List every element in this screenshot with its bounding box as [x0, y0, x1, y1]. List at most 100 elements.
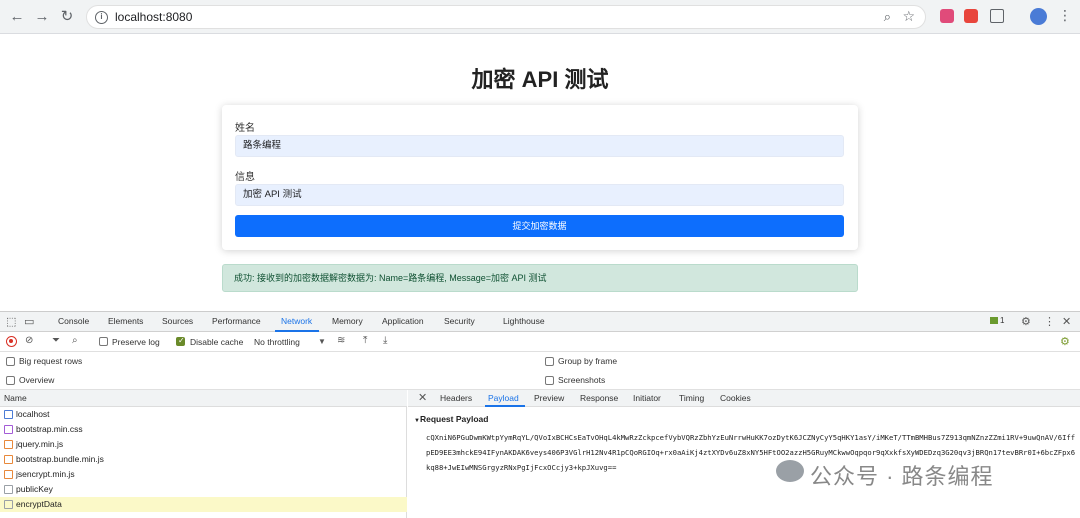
tab-cookies[interactable]: Cookies: [720, 393, 751, 403]
group-by-frame-option[interactable]: Group by frame: [545, 356, 618, 366]
export-har-icon[interactable]: ⤓: [383, 335, 387, 346]
active-detail-tab-indicator: [485, 405, 525, 407]
request-type-icon: [4, 470, 13, 479]
search-icon[interactable]: ⌕: [72, 335, 78, 346]
request-row[interactable]: localhost: [0, 407, 407, 422]
messages-badge[interactable]: 1: [990, 316, 1004, 325]
reload-icon[interactable]: ↻: [58, 8, 76, 26]
preserve-log-label[interactable]: Preserve log: [112, 337, 160, 347]
disable-cache-checkbox[interactable]: [176, 336, 185, 346]
chevron-down-icon[interactable]: ▼: [318, 337, 326, 346]
tab-application[interactable]: Application: [382, 316, 424, 326]
browser-menu-icon[interactable]: ⋮: [1058, 7, 1072, 24]
request-name: publicKey: [16, 484, 53, 494]
inspect-element-icon[interactable]: ⬚: [6, 315, 16, 328]
request-row[interactable]: publicKey: [0, 482, 407, 497]
request-name: encryptData: [16, 499, 62, 509]
tab-network[interactable]: Network: [281, 316, 312, 326]
tab-memory[interactable]: Memory: [332, 316, 363, 326]
request-name: jquery.min.js: [16, 439, 64, 449]
site-info-icon[interactable]: i: [95, 11, 108, 24]
request-row[interactable]: jquery.min.js: [0, 437, 407, 452]
message-label: 信息: [235, 172, 255, 183]
overview-checkbox[interactable]: [6, 376, 15, 385]
network-toolbar: ⊘ ⏷ ⌕ Preserve log Disable cache No thro…: [0, 332, 1080, 352]
zoom-icon[interactable]: ⌕: [884, 9, 891, 25]
tab-elements[interactable]: Elements: [108, 316, 143, 326]
url-text[interactable]: localhost:8080: [115, 10, 192, 24]
devtools-tab-bar: ⬚ ▭ Console Elements Sources Performance…: [0, 312, 1080, 332]
page-title: 加密 API 测试: [471, 67, 609, 92]
wechat-logo-icon: [776, 460, 804, 482]
network-options: Big request rows Overview Group by frame…: [0, 352, 1080, 390]
message-icon: [990, 317, 998, 325]
tab-sources[interactable]: Sources: [162, 316, 193, 326]
record-icon[interactable]: [6, 336, 17, 347]
group-by-frame-label: Group by frame: [558, 356, 618, 366]
screenshots-option[interactable]: Screenshots: [545, 375, 606, 385]
tab-preview[interactable]: Preview: [534, 393, 564, 403]
forward-icon[interactable]: →: [33, 8, 51, 26]
address-bar[interactable]: i localhost:8080 ⌕ ☆: [86, 5, 926, 29]
request-name: jsencrypt.min.js: [16, 469, 75, 479]
request-name: bootstrap.min.css: [16, 424, 83, 434]
request-type-icon: [4, 440, 13, 449]
request-name: bootstrap.bundle.min.js: [16, 454, 104, 464]
close-devtools-icon[interactable]: ✕: [1062, 315, 1071, 328]
tab-console[interactable]: Console: [58, 316, 89, 326]
screenshots-label: Screenshots: [558, 375, 606, 385]
extension-icon[interactable]: [964, 9, 978, 23]
close-detail-icon[interactable]: ✕: [418, 391, 427, 404]
watermark-text: 公众号 · 路条编程: [810, 464, 994, 489]
request-type-icon: [4, 410, 13, 419]
tab-response[interactable]: Response: [580, 393, 618, 403]
request-row[interactable]: bootstrap.min.css: [0, 422, 407, 437]
device-toolbar-icon[interactable]: ▭: [24, 315, 34, 328]
success-alert: 成功: 接收到的加密数据解密数据为: Name=路条编程, Message=加密…: [222, 264, 858, 292]
network-conditions-icon[interactable]: ≋: [337, 335, 345, 346]
request-type-icon: [4, 455, 13, 464]
tab-initiator[interactable]: Initiator: [633, 393, 661, 403]
request-type-icon: [4, 425, 13, 434]
profile-avatar[interactable]: [1030, 8, 1047, 25]
disable-cache-label[interactable]: Disable cache: [190, 337, 243, 347]
request-row[interactable]: encryptData: [0, 497, 407, 512]
request-row[interactable]: jsencrypt.min.js: [0, 467, 407, 482]
name-column-header[interactable]: Name: [0, 390, 407, 407]
overview-option[interactable]: Overview: [6, 375, 55, 385]
browser-toolbar: ← → ↻ i localhost:8080 ⌕ ☆ ⋮: [0, 0, 1080, 34]
screenshots-checkbox[interactable]: [545, 376, 554, 385]
tab-security[interactable]: Security: [444, 316, 475, 326]
extensions-puzzle-icon[interactable]: [990, 9, 1004, 23]
tab-payload[interactable]: Payload: [488, 393, 519, 403]
tab-lighthouse[interactable]: Lighthouse: [503, 316, 545, 326]
tab-timing[interactable]: Timing: [679, 393, 704, 403]
preserve-log-checkbox[interactable]: [99, 337, 108, 346]
form-card: 姓名 路条编程 信息 加密 API 测试 提交加密数据: [222, 105, 858, 250]
back-icon[interactable]: ←: [8, 8, 26, 26]
extension-icon[interactable]: [940, 9, 954, 23]
bookmark-star-icon[interactable]: ☆: [902, 8, 915, 25]
big-request-rows-option[interactable]: Big request rows: [6, 356, 82, 366]
group-by-frame-checkbox[interactable]: [545, 357, 554, 366]
overview-label: Overview: [19, 375, 55, 385]
settings-gear-icon[interactable]: ⚙: [1021, 315, 1031, 328]
message-count: 1: [1000, 316, 1005, 325]
request-payload-title[interactable]: ▼Request Payload: [414, 414, 488, 424]
tab-performance[interactable]: Performance: [212, 316, 261, 326]
import-har-icon[interactable]: ⤒: [363, 335, 367, 346]
network-settings-gear-icon[interactable]: ⚙: [1060, 335, 1070, 348]
request-type-icon: [4, 485, 13, 494]
tab-headers[interactable]: Headers: [440, 393, 472, 403]
big-request-rows-checkbox[interactable]: [6, 357, 15, 366]
submit-button[interactable]: 提交加密数据: [235, 215, 844, 237]
message-input[interactable]: 加密 API 测试: [235, 184, 844, 206]
throttling-select[interactable]: No throttling: [254, 337, 300, 347]
request-detail-tabs: ✕ Headers Payload Preview Response Initi…: [408, 390, 1080, 407]
more-options-icon[interactable]: ⋮: [1044, 315, 1055, 328]
request-row[interactable]: bootstrap.bundle.min.js: [0, 452, 407, 467]
name-label: 姓名: [235, 123, 255, 134]
name-input[interactable]: 路条编程: [235, 135, 844, 157]
clear-icon[interactable]: ⊘: [25, 335, 33, 346]
filter-icon[interactable]: ⏷: [52, 335, 60, 346]
